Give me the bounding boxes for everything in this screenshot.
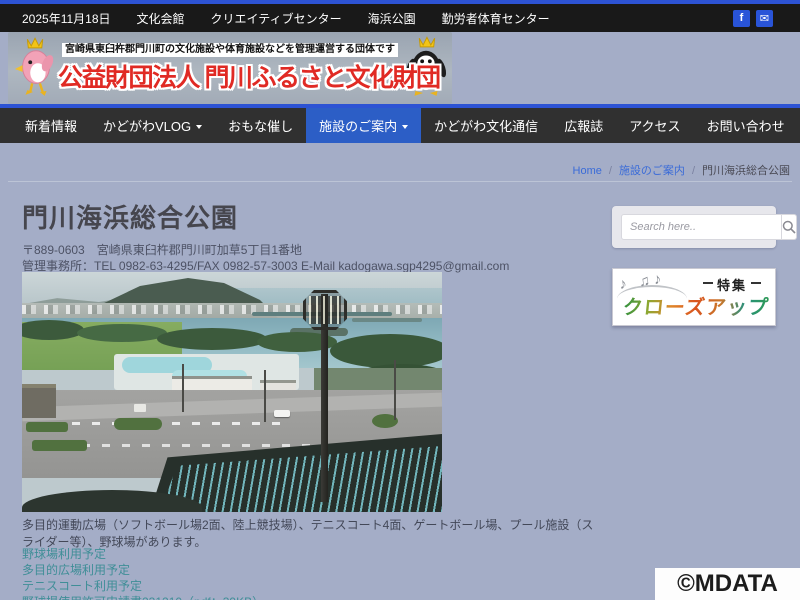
photo-light-pole: [182, 364, 184, 412]
facility-description: 多目的運動広場（ソフトボール場2面、陸上競技場）、テニスコート4面、ゲートボール…: [22, 517, 600, 551]
nav-item-contact[interactable]: お問い合わせ: [694, 108, 798, 143]
header: 宮崎県東臼杵郡門川町の文化施設や体育施設などを管理運営する団体です 公益財団法人…: [0, 32, 800, 104]
breadcrumb-current-page: 門川海浜総合公園: [702, 165, 790, 177]
breadcrumb: Home/施設のご案内/門川海浜総合公園: [573, 162, 790, 178]
nav-item-pr-magazine[interactable]: 広報誌: [551, 108, 616, 143]
site-banner[interactable]: 宮崎県東臼杵郡門川町の文化施設や体育施設などを管理運営する団体です 公益財団法人…: [8, 32, 452, 104]
photo-hedge: [114, 418, 162, 430]
search-button[interactable]: [782, 214, 797, 240]
content-divider: [8, 181, 792, 182]
photo-stadium-light-head: [303, 290, 347, 330]
link-baseball-schedule[interactable]: 野球場利用予定: [22, 547, 264, 562]
chevron-down-icon: [196, 125, 202, 129]
nav-item-news[interactable]: 新着情報: [12, 108, 90, 143]
photo-tree-row: [330, 334, 442, 368]
nav-item-vlog[interactable]: かどがわVLOG: [90, 108, 215, 143]
site-tagline: 宮崎県東臼杵郡門川町の文化施設や体育施設などを管理運営する団体です: [62, 43, 398, 57]
feature-closeup-banner[interactable]: ♪ ♫♪ 特集 クローズアップ: [612, 268, 776, 326]
page: 2025年11月18日 文化会館 クリエイティブセンター 海浜公園 勤労者体育セ…: [0, 0, 800, 600]
chevron-down-icon: [402, 125, 408, 129]
breadcrumb-separator: /: [685, 165, 702, 177]
search-widget: [612, 206, 776, 248]
watermark: ©MDATA: [655, 568, 800, 600]
breadcrumb-facilities[interactable]: 施設のご案内: [619, 165, 685, 177]
site-title: 公益財団法人 門川ふるさと文化財団: [58, 58, 402, 94]
photo-building: [22, 384, 56, 418]
current-date: 2025年11月18日: [22, 10, 111, 27]
link-tennis-schedule[interactable]: テニスコート利用予定: [22, 579, 264, 594]
photo-car: [274, 410, 290, 417]
photo-tree-row: [157, 328, 267, 350]
nav-item-facilities[interactable]: 施設のご案内: [306, 108, 421, 143]
breadcrumb-separator: /: [602, 165, 619, 177]
utility-link-bunka-kaikan[interactable]: 文化会館: [137, 10, 185, 27]
nav-item-culture-news[interactable]: かどがわ文化通信: [421, 108, 551, 143]
main-nav: 新着情報 かどがわVLOG おもな催し 施設のご案内 かどがわ文化通信 広報誌 …: [0, 108, 800, 143]
utility-link-kinrosha-taiiku-center[interactable]: 勤労者体育センター: [442, 10, 550, 27]
utility-link-kaihin-koen[interactable]: 海浜公園: [368, 10, 416, 27]
photo-parking-lines: [52, 422, 282, 425]
link-multipurpose-schedule[interactable]: 多目的広場利用予定: [22, 563, 264, 578]
mascot-pink-bird-icon: [12, 36, 60, 100]
photo-breakwater: [352, 318, 422, 322]
nav-item-events[interactable]: おもな催し: [215, 108, 306, 143]
utility-bar: 2025年11月18日 文化会館 クリエイティブセンター 海浜公園 勤労者体育セ…: [0, 4, 800, 32]
postal-address: 〒889-0603 宮崎県東臼杵郡門川町加草5丁目1番地: [22, 241, 302, 258]
site-identity: 宮崎県東臼杵郡門川町の文化施設や体育施設などを管理運営する団体です 公益財団法人…: [58, 39, 402, 94]
document-links: 野球場利用予定 多目的広場利用予定 テニスコート利用予定 野球場使用許可申請書2…: [22, 547, 264, 600]
park-photo: [22, 272, 442, 512]
facebook-icon[interactable]: f: [733, 10, 750, 27]
photo-truck: [134, 404, 146, 412]
photo-hedge: [26, 422, 68, 432]
photo-tree-row: [77, 324, 167, 342]
nav-item-access[interactable]: アクセス: [616, 108, 693, 143]
photo-hedge: [32, 440, 87, 451]
search-icon: [782, 220, 796, 234]
social-links: f ✉: [733, 10, 773, 27]
utility-link-creative-center[interactable]: クリエイティブセンター: [211, 10, 342, 27]
search-input[interactable]: [621, 214, 782, 240]
photo-light-pole: [394, 360, 396, 420]
feature-title: クローズアップ: [621, 291, 770, 320]
link-baseball-permit-pdf[interactable]: 野球場使用許可申請書231210（pdf：39KB）: [22, 595, 264, 600]
photo-light-pole: [264, 370, 266, 422]
page-title: 門川海浜総合公園: [22, 198, 238, 235]
breadcrumb-home[interactable]: Home: [573, 165, 602, 177]
email-icon[interactable]: ✉: [756, 10, 773, 27]
